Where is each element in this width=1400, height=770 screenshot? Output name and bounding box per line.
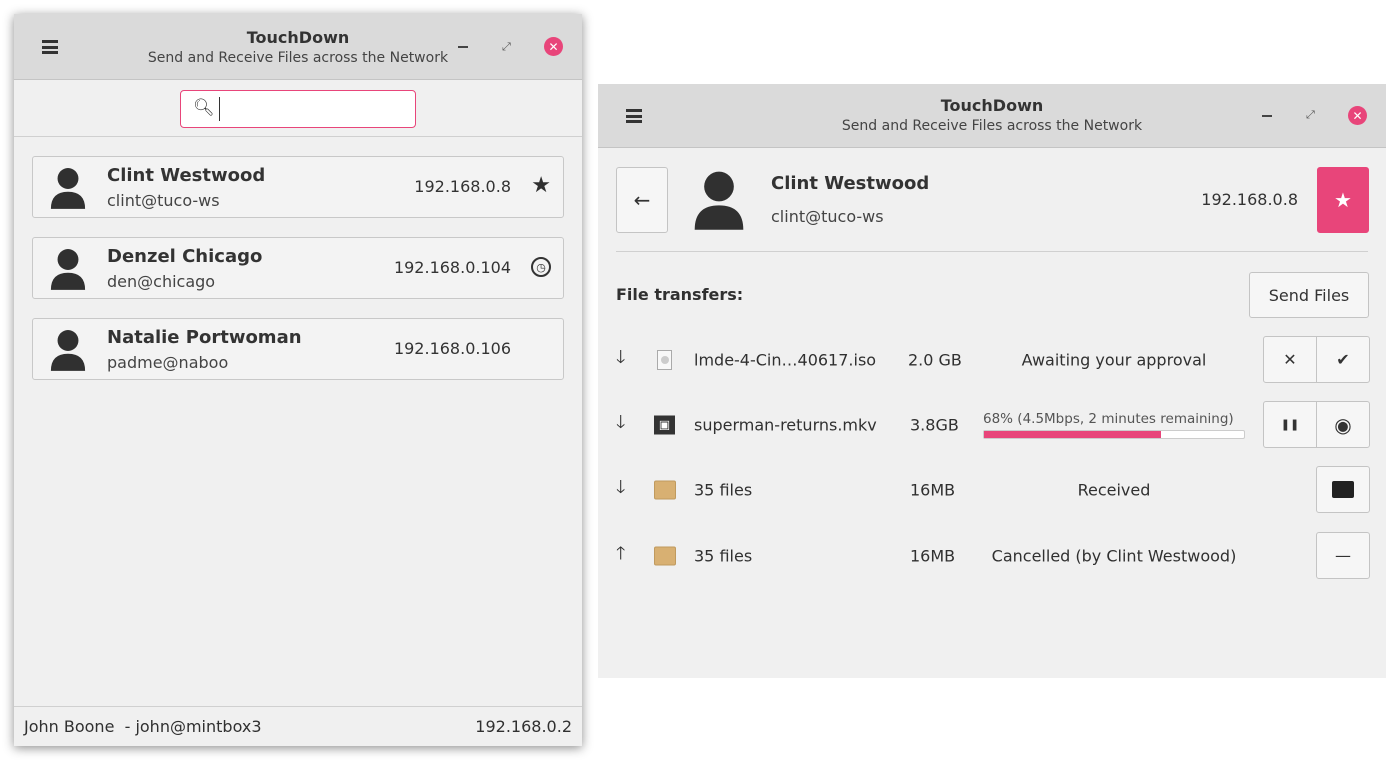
reject-icon: ✕ <box>1283 350 1297 369</box>
avatar-icon <box>49 167 87 209</box>
contact-email: clint@tuco-ws <box>107 191 220 210</box>
transfer-row: 🡓 35 files 16MB Received <box>598 470 1386 510</box>
upload-arrow-icon: 🡑 <box>616 543 626 564</box>
contact-ip: 192.168.0.8 <box>414 177 511 196</box>
search-bar: 🔍︎ <box>14 80 582 137</box>
close-icon: ✕ <box>548 39 559 54</box>
close-button[interactable]: ✕ <box>1348 106 1367 125</box>
star-icon[interactable]: ★ <box>531 173 551 198</box>
local-user: John Boone - john@mintbox3 <box>24 717 262 736</box>
minimize-icon <box>1262 115 1272 117</box>
accept-button[interactable]: ✔ <box>1316 336 1370 383</box>
file-name: lmde-4-Cin…40617.iso <box>694 350 877 370</box>
open-folder-button[interactable] <box>1316 466 1370 513</box>
contact-email: padme@naboo <box>107 353 229 372</box>
window-title: TouchDown <box>940 96 1044 115</box>
section-label: File transfers: <box>616 285 744 304</box>
minimize-button[interactable] <box>458 46 468 48</box>
minimize-icon <box>458 46 468 48</box>
close-button[interactable]: ✕ <box>544 37 563 56</box>
contact-name: Natalie Portwoman <box>107 327 302 348</box>
contact-email: clint@tuco-ws <box>771 207 884 226</box>
titlebar: TouchDown Send and Receive Files across … <box>598 84 1386 148</box>
star-icon: ★ <box>1334 188 1352 212</box>
download-arrow-icon: 🡓 <box>616 347 626 368</box>
back-arrow-icon: ← <box>633 188 651 212</box>
divider <box>616 251 1368 252</box>
progress-fill <box>984 431 1161 438</box>
file-size: 16MB <box>910 546 956 566</box>
contact-card[interactable]: Natalie Portwoman padme@naboo 192.168.0.… <box>32 318 564 380</box>
window-title: TouchDown <box>246 28 350 47</box>
file-name: 35 files <box>694 480 753 500</box>
transfer-status: Awaiting your approval <box>1021 350 1207 370</box>
favorite-button[interactable]: ★ <box>1317 167 1369 233</box>
pause-button[interactable]: ❚❚ <box>1263 401 1317 448</box>
contact-card[interactable]: Denzel Chicago den@chicago 192.168.0.104… <box>32 237 564 299</box>
maximize-button[interactable]: ⤢ <box>1306 108 1315 122</box>
contact-card[interactable]: Clint Westwood clint@tuco-ws 192.168.0.8… <box>32 156 564 218</box>
contact-name: Clint Westwood <box>107 165 266 186</box>
search-field[interactable]: 🔍︎ <box>180 90 416 128</box>
search-icon: 🔍︎ <box>193 98 215 118</box>
file-name: 35 files <box>694 546 753 566</box>
window-subtitle: Send and Receive Files across the Networ… <box>841 118 1143 134</box>
close-icon: ✕ <box>1352 108 1363 123</box>
reject-button[interactable]: ✕ <box>1263 336 1317 383</box>
transfer-status: Cancelled (by Clint Westwood) <box>991 546 1237 566</box>
avatar-icon <box>49 329 87 371</box>
contact-name: Clint Westwood <box>771 173 930 194</box>
minimize-button[interactable] <box>1262 115 1272 117</box>
back-button[interactable]: ← <box>616 167 668 233</box>
clear-button[interactable]: — <box>1316 532 1370 579</box>
status-footer: John Boone - john@mintbox3 192.168.0.2 <box>14 706 582 746</box>
download-arrow-icon: 🡓 <box>616 412 626 433</box>
maximize-button[interactable]: ⤢ <box>502 40 511 54</box>
download-arrow-icon: 🡓 <box>616 477 626 498</box>
contact-email: den@chicago <box>107 272 216 291</box>
progress-label: 68% (4.5Mbps, 2 minutes remaining) <box>983 411 1234 427</box>
transfer-row: 🡑 35 files 16MB Cancelled (by Clint West… <box>598 536 1386 576</box>
stop-button[interactable]: ◉ <box>1316 401 1370 448</box>
avatar-icon <box>692 170 746 230</box>
maximize-icon: ⤢ <box>502 40 511 53</box>
progress-bar <box>983 430 1245 439</box>
minus-icon: — <box>1335 546 1351 565</box>
contact-ip: 192.168.0.8 <box>1201 190 1298 209</box>
file-size: 3.8GB <box>910 415 959 435</box>
window-subtitle: Send and Receive Files across the Networ… <box>147 50 449 66</box>
local-ip: 192.168.0.2 <box>475 717 572 736</box>
maximize-icon: ⤢ <box>1306 108 1315 121</box>
stop-icon: ◉ <box>1334 412 1352 437</box>
transfer-status: Received <box>1077 480 1151 500</box>
clock-icon: ◷ <box>531 257 551 277</box>
contacts-window: TouchDown Send and Receive Files across … <box>14 14 582 746</box>
avatar-icon <box>49 248 87 290</box>
file-size: 2.0 GB <box>908 350 962 370</box>
accept-icon: ✔ <box>1336 350 1350 369</box>
contact-ip: 192.168.0.106 <box>393 339 511 358</box>
folder-icon <box>1332 481 1354 498</box>
video-file-icon: ▣ <box>654 415 675 435</box>
transfers-window: TouchDown Send and Receive Files across … <box>598 84 1386 678</box>
titlebar: TouchDown Send and Receive Files across … <box>14 14 582 80</box>
contact-ip: 192.168.0.104 <box>393 258 511 277</box>
file-size: 16MB <box>910 480 956 500</box>
package-icon <box>654 480 676 500</box>
pause-icon: ❚❚ <box>1280 418 1300 431</box>
search-input[interactable] <box>219 97 404 121</box>
contact-name: Denzel Chicago <box>107 246 263 267</box>
file-name: superman-returns.mkv <box>694 415 877 435</box>
send-files-button[interactable]: Send Files <box>1249 272 1369 318</box>
disc-image-icon <box>657 350 672 370</box>
package-icon <box>654 546 676 566</box>
